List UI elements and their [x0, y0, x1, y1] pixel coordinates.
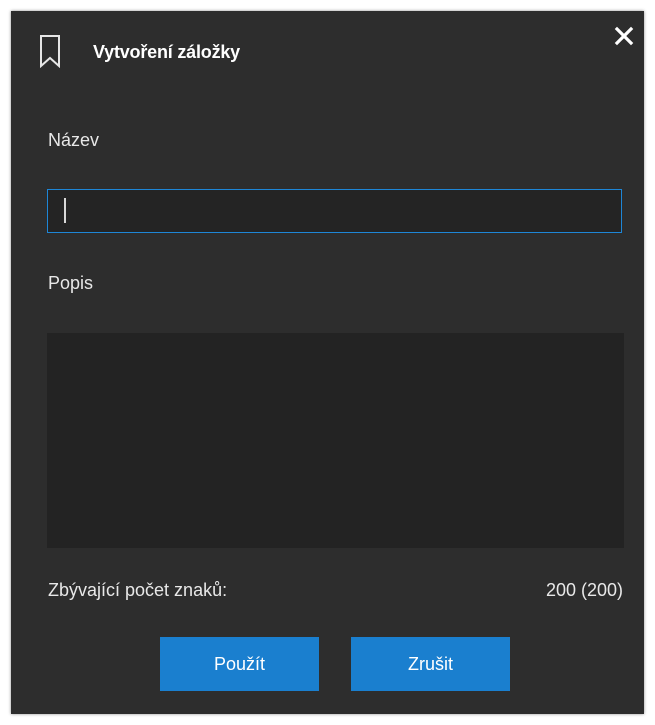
remaining-characters-value: 200 (200)	[545, 580, 623, 600]
create-bookmark-dialog: Vytvoření záložky Název Popis Zbývající …	[11, 11, 644, 714]
description-textarea[interactable]	[47, 333, 624, 548]
close-icon[interactable]	[611, 23, 637, 49]
name-label: Název	[48, 130, 100, 150]
apply-button[interactable]: Použít	[160, 637, 319, 691]
text-cursor	[64, 198, 66, 223]
description-label: Popis	[48, 273, 94, 293]
cancel-button[interactable]: Zrušit	[351, 637, 510, 691]
remaining-characters-label: Zbývající počet znaků:	[48, 580, 228, 600]
dialog-title: Vytvoření záložky	[93, 42, 240, 62]
name-input[interactable]	[47, 189, 622, 233]
bookmark-icon	[40, 35, 60, 68]
